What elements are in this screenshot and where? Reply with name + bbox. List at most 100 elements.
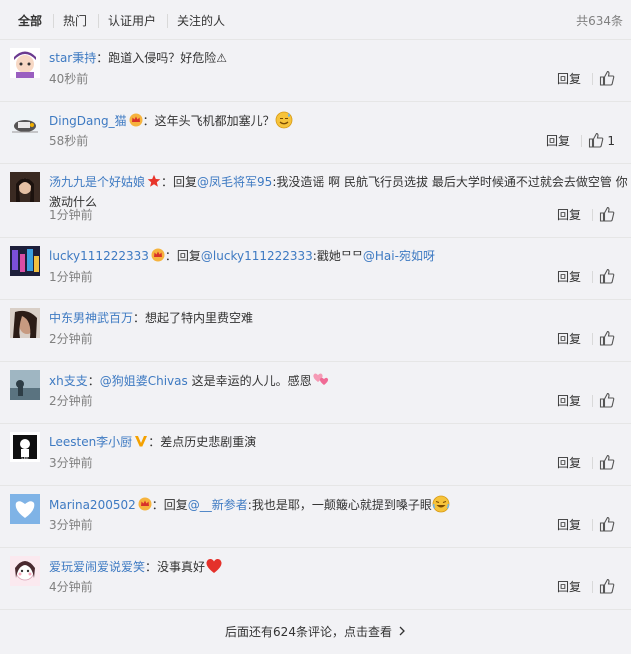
tab-following[interactable]: 关注的人: [177, 13, 225, 29]
tab-divider: [167, 14, 168, 28]
comment-content: Marina200502 ：回复@__新参者:我也是耶，一颠簸心就提到嗓子眼: [49, 495, 450, 513]
reply-button[interactable]: 回复: [557, 393, 581, 409]
thumbs-up-icon[interactable]: [599, 392, 615, 408]
divider: [592, 519, 593, 531]
reply-button[interactable]: 回复: [557, 579, 581, 595]
username-link[interactable]: xh支支: [49, 374, 88, 388]
comment-time: 3分钟前: [49, 456, 93, 470]
avatar[interactable]: [10, 494, 40, 524]
comment-time: 3分钟前: [49, 518, 93, 532]
comment-text: 没事真好: [157, 560, 206, 574]
comment-row: 中东男神武百万：想起了特内里费空难 2分钟前 回复: [0, 300, 631, 362]
comment-text: :戳她ᄆᄆ: [312, 249, 363, 263]
sweat-smile-emoji-icon: [275, 111, 293, 134]
username-link[interactable]: 爱玩爱闹爱说爱笑: [49, 560, 145, 574]
comment-content: 汤九九是个好姑娘 ：回复@凤毛将军95:我没造谣 啊 民航飞行员选拔 最后大学时候…: [49, 174, 628, 209]
avatar[interactable]: [10, 172, 40, 202]
thumbs-up-icon[interactable]: [599, 330, 615, 346]
username-link[interactable]: DingDang_猫: [49, 114, 127, 128]
thumbs-up-icon[interactable]: [588, 132, 604, 148]
total-count: 共634条: [576, 14, 623, 28]
crown-badge-icon: [151, 248, 165, 267]
thumbs-up-icon[interactable]: [599, 206, 615, 222]
username-link[interactable]: lucky111222333: [49, 249, 149, 263]
avatar[interactable]: [10, 556, 40, 586]
divider: [592, 457, 593, 469]
comment-content: 爱玩爱闹爱说爱笑：没事真好: [49, 557, 223, 575]
comment-content: star秉持：跑道入侵吗？好危险⚠: [49, 51, 228, 65]
reply-button[interactable]: 回复: [557, 331, 581, 347]
mention-link[interactable]: @凤毛将军95: [197, 175, 272, 189]
comment-row: Marina200502 ：回复@__新参者:我也是耶，一颠簸心就提到嗓子眼 3分…: [0, 486, 631, 548]
reply-button[interactable]: 回复: [557, 455, 581, 471]
avatar[interactable]: [10, 370, 40, 400]
comment-row: 爱玩爱闹爱说爱笑：没事真好 4分钟前 回复: [0, 548, 631, 610]
like-count: 1: [607, 134, 615, 148]
divider: [592, 333, 593, 345]
crown-badge-icon: [129, 113, 143, 132]
mention-link[interactable]: @lucky111222333: [201, 249, 313, 263]
comment-time: 1分钟前: [49, 208, 93, 222]
pink-hearts-emoji-icon: [312, 371, 330, 394]
load-more-text: 后面还有624条评论，点击查看: [225, 625, 392, 639]
comment-panel: 全部 热门 认证用户 关注的人 共634条 star秉持：跑道入侵吗？好危险⚠ …: [0, 0, 631, 654]
comment-row: DingDang_猫 ：这年头飞机都加塞儿？ 58秒前 回复 1: [0, 102, 631, 164]
tab-all[interactable]: 全部: [18, 13, 42, 29]
comment-time: 2分钟前: [49, 332, 93, 346]
divider: [581, 135, 582, 147]
comment-time: 40秒前: [49, 72, 89, 86]
divider: [592, 73, 593, 85]
comment-row: star秉持：跑道入侵吗？好危险⚠ 40秒前 回复: [0, 40, 631, 102]
avatar[interactable]: [10, 246, 40, 276]
username-link[interactable]: star秉持: [49, 51, 96, 65]
tab-hot[interactable]: 热门: [63, 13, 87, 29]
reply-button[interactable]: 回复: [546, 133, 570, 149]
comment-content: 中东男神武百万：想起了特内里费空难: [49, 311, 254, 325]
comment-text: 这年头飞机都加塞儿？: [154, 114, 275, 128]
comment-row: 汤九九是个好姑娘 ：回复@凤毛将军95:我没造谣 啊 民航飞行员选拔 最后大学时候…: [0, 164, 631, 238]
username-link[interactable]: 中东男神武百万: [49, 311, 133, 325]
comment-row: xh支支：@狗姐婆Chivas 这是幸运的人儿。感恩 2分钟前 回复: [0, 362, 631, 424]
comment-content: xh支支：@狗姐婆Chivas 这是幸运的人儿。感恩: [49, 371, 330, 389]
username-link[interactable]: 汤九九是个好姑娘: [49, 175, 145, 189]
comment-text: 差点历史悲剧重演: [160, 435, 257, 449]
divider: [592, 209, 593, 221]
comment-time: 58秒前: [49, 134, 89, 148]
reply-button[interactable]: 回复: [557, 517, 581, 533]
comment-time: 2分钟前: [49, 394, 93, 408]
username-link[interactable]: Marina200502: [49, 498, 136, 512]
avatar[interactable]: [10, 110, 40, 140]
mention-link[interactable]: @Hai-宛如呀: [363, 249, 435, 263]
thumbs-up-icon[interactable]: [599, 268, 615, 284]
chevron-right-icon: [398, 620, 406, 644]
thumbs-up-icon[interactable]: [599, 454, 615, 470]
reply-button[interactable]: 回复: [557, 207, 581, 223]
divider: [592, 271, 593, 283]
mention-link[interactable]: @__新参者: [188, 498, 248, 512]
reply-button[interactable]: 回复: [557, 269, 581, 285]
laughing-tears-emoji-icon: [432, 495, 450, 518]
comment-time: 1分钟前: [49, 270, 93, 284]
comment-text: :我也是耶，一颠簸心就提到嗓子眼: [247, 498, 432, 512]
avatar[interactable]: [10, 308, 40, 338]
reply-button[interactable]: 回复: [557, 71, 581, 87]
verified-v-icon: [134, 434, 148, 453]
load-more-link[interactable]: 后面还有624条评论，点击查看: [0, 620, 631, 648]
thumbs-up-icon[interactable]: [599, 578, 615, 594]
username-link[interactable]: Leesten李小厨: [49, 435, 132, 449]
comment-text: 这是幸运的人儿。感恩: [187, 374, 312, 388]
comment-text: 想起了特内里费空难: [145, 311, 254, 325]
mention-link[interactable]: @狗姐婆Chivas: [100, 374, 188, 388]
tab-verified[interactable]: 认证用户: [108, 13, 156, 29]
comment-text: 跑道入侵吗？好危险⚠: [108, 51, 228, 65]
comment-content: DingDang_猫 ：这年头飞机都加塞儿？: [49, 111, 293, 129]
comment-row: lucky111222333 ：回复@lucky111222333:戳她ᄆᄆ@Ha…: [0, 238, 631, 300]
thumbs-up-icon[interactable]: [599, 70, 615, 86]
avatar[interactable]: [10, 48, 40, 78]
svg-text:LEE: LEE: [21, 455, 29, 460]
avatar[interactable]: LEE: [10, 432, 40, 462]
thumbs-up-icon[interactable]: [599, 516, 615, 532]
divider: [592, 395, 593, 407]
star-badge-icon: [147, 174, 161, 193]
filter-tabs: 全部 热门 认证用户 关注的人 共634条: [0, 0, 631, 40]
